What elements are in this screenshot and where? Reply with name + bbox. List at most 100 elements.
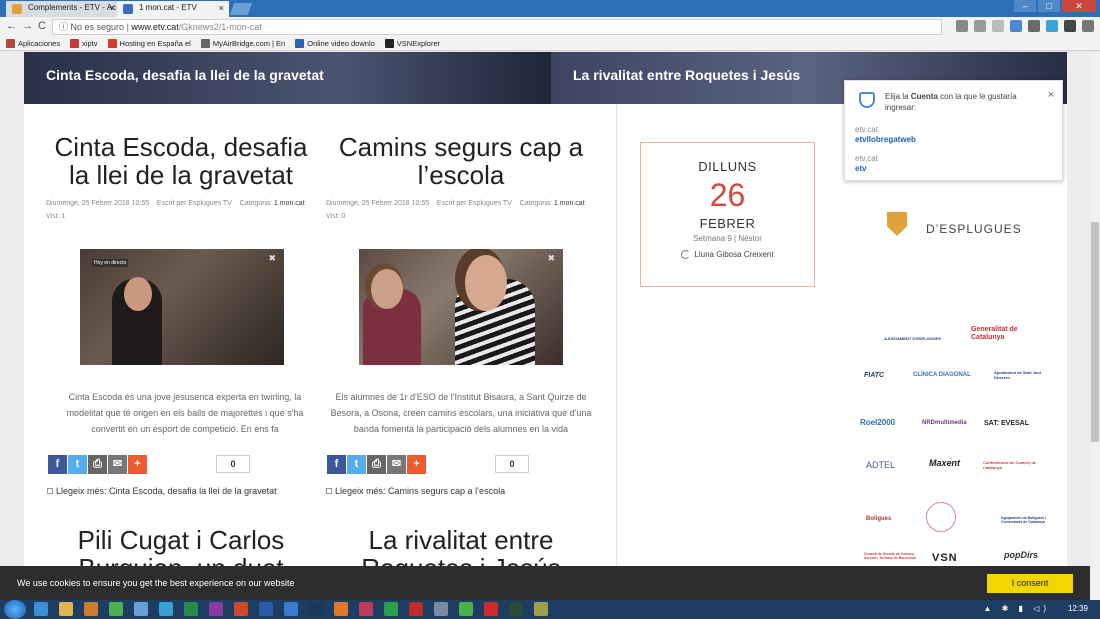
bookmark-item[interactable]: VSNExplorer: [384, 39, 440, 48]
ie-icon[interactable]: [34, 602, 48, 616]
sponsor-logo[interactable]: Maxent: [929, 458, 960, 468]
app-icon[interactable]: [509, 602, 523, 616]
popup-message: Elija la Cuenta con la que le gustaría i…: [885, 92, 1017, 112]
filezilla-icon[interactable]: [409, 602, 423, 616]
word-icon[interactable]: [259, 602, 273, 616]
sponsor-logo[interactable]: ADTEL: [866, 460, 895, 470]
app-icon[interactable]: [384, 602, 398, 616]
sponsor-logo[interactable]: Roel2000: [860, 418, 895, 427]
app-icon[interactable]: [159, 602, 173, 616]
bookmark-item[interactable]: xiptv: [70, 39, 98, 48]
sponsor-logo[interactable]: Ajuntament de Sant Just Desvern: [994, 370, 1056, 380]
category-link[interactable]: 1 mon.cat: [554, 200, 585, 207]
bookmark-item[interactable]: Hosting en España el: [107, 39, 191, 48]
bookmark-item[interactable]: MyAirBridge.com | En: [200, 39, 285, 48]
email-icon[interactable]: ✉: [387, 455, 406, 474]
window-close-icon[interactable]: ✕: [1062, 0, 1096, 12]
sponsor-logo[interactable]: Agrupament de Botiguers i Comerciants de…: [1001, 516, 1057, 524]
clock[interactable]: 12:39: [1068, 604, 1088, 613]
folder-icon[interactable]: [59, 602, 73, 616]
twitter-icon[interactable]: t: [68, 455, 87, 474]
addthis-icon[interactable]: +: [407, 455, 426, 474]
photoshop-icon[interactable]: [309, 602, 323, 616]
sponsor-logo-emblem[interactable]: [926, 502, 956, 532]
sponsor-logo[interactable]: popDirs: [1004, 550, 1038, 560]
bookmark-item[interactable]: Online video downlo: [295, 39, 375, 48]
onenote-icon[interactable]: [209, 602, 223, 616]
system-tray[interactable]: ▲ ✱ ▮ ◁): [983, 604, 1050, 613]
slider-item[interactable]: Cinta Escoda, desafia la llei de la grav…: [24, 52, 551, 104]
translate-icon[interactable]: [974, 20, 986, 32]
media-icon[interactable]: [84, 602, 98, 616]
sponsor-logo[interactable]: FIATC: [864, 372, 884, 379]
firefox-icon[interactable]: [334, 602, 348, 616]
start-button-icon[interactable]: [4, 600, 26, 619]
reload-icon[interactable]: C: [38, 20, 46, 32]
article-title[interactable]: Camins segurs cap a l’escola: [326, 133, 596, 189]
outlook-icon[interactable]: [284, 602, 298, 616]
sponsor-logo[interactable]: NRDmultimedia: [922, 420, 967, 426]
account-option[interactable]: etv.cat etvllobregatweb: [855, 125, 916, 145]
key-icon[interactable]: [956, 20, 968, 32]
slider-caption[interactable]: La rivalitat entre Roquetes i Jesús: [573, 67, 800, 83]
read-more-link[interactable]: Llegeix més: Camins segurs cap a l’escol…: [326, 486, 505, 496]
sponsor-logo[interactable]: Generalitat de Catalunya: [971, 326, 1031, 342]
video-download-icon: [295, 39, 305, 48]
print-icon[interactable]: ⎙: [88, 455, 107, 474]
app-icon[interactable]: [534, 602, 548, 616]
app-icon[interactable]: [459, 602, 473, 616]
app-icon[interactable]: [484, 602, 498, 616]
account-option[interactable]: etv.cat etv: [855, 154, 878, 174]
sponsor-logo[interactable]: AJUNTAMENT D'ESPLUGUES: [884, 336, 941, 341]
facebook-icon[interactable]: f: [48, 455, 67, 474]
download-extension-icon[interactable]: [1046, 20, 1058, 32]
close-icon[interactable]: ×: [1048, 89, 1054, 101]
powerpoint-icon[interactable]: [234, 602, 248, 616]
article-thumbnail[interactable]: Hoy en directo ✖: [80, 249, 284, 365]
bookmark-item[interactable]: Aplicaciones: [6, 39, 60, 48]
addthis-icon[interactable]: +: [128, 455, 147, 474]
cookie-consent-button[interactable]: I consent: [987, 574, 1073, 593]
print-icon[interactable]: ⎙: [367, 455, 386, 474]
slider-caption[interactable]: Cinta Escoda, desafia la llei de la grav…: [46, 67, 324, 83]
new-tab-button[interactable]: [229, 3, 253, 15]
tab-close-icon[interactable]: ×: [219, 3, 224, 13]
excel-icon[interactable]: [184, 602, 198, 616]
close-icon[interactable]: ✖: [268, 253, 276, 264]
sponsor-logo[interactable]: SAT: EVESAL: [984, 420, 1029, 427]
minimize-icon[interactable]: –: [1014, 0, 1036, 12]
sponsor-logo[interactable]: CLÍNICA DIAGONAL: [913, 372, 971, 378]
back-icon[interactable]: ←: [6, 20, 17, 32]
article-thumbnail[interactable]: ✖: [359, 249, 563, 365]
url-input[interactable]: ⓘ No es seguro | www.etv.cat/Gknews2/1-m…: [52, 19, 942, 35]
close-icon[interactable]: ✖: [547, 253, 555, 264]
browser-tab-active[interactable]: 1 mon.cat - ETV ×: [117, 1, 229, 17]
cast-extension-icon[interactable]: [1064, 20, 1076, 32]
puzzle-extension-icon[interactable]: [1028, 20, 1040, 32]
article-title[interactable]: Cinta Escoda, desafia la llei de la grav…: [46, 133, 316, 189]
forward-icon[interactable]: →: [22, 20, 33, 32]
xiptv-icon: [70, 39, 80, 48]
shield-extension-icon[interactable]: [1010, 20, 1022, 32]
facebook-icon[interactable]: f: [327, 455, 346, 474]
app-icon[interactable]: [134, 602, 148, 616]
sponsor-logo[interactable]: VSN: [932, 552, 958, 564]
maximize-icon[interactable]: □: [1038, 0, 1060, 12]
star-icon[interactable]: [992, 20, 1004, 32]
app-icon[interactable]: [359, 602, 373, 616]
info-icon[interactable]: ⓘ: [59, 22, 71, 32]
read-more-link[interactable]: Llegeix més: Cinta Escoda, desafia la ll…: [47, 486, 277, 496]
menu-icon[interactable]: [1082, 20, 1094, 32]
email-icon[interactable]: ✉: [108, 455, 127, 474]
chrome-icon[interactable]: [109, 602, 123, 616]
sponsor-logo[interactable]: Boligues: [866, 516, 891, 522]
app-icon[interactable]: [434, 602, 448, 616]
category-link[interactable]: 1 mon.cat: [274, 200, 305, 207]
page-scrollbar[interactable]: [1090, 52, 1100, 600]
browser-tab[interactable]: Complements - ETV - Ac ×: [6, 1, 120, 17]
twitter-icon[interactable]: t: [347, 455, 366, 474]
sponsor-logo[interactable]: Confederació de Comerç de Catalunya: [983, 460, 1047, 470]
scrollbar-thumb[interactable]: [1091, 222, 1099, 442]
sponsor-logo[interactable]: Consell de Gremis de Comerç, Serveis i T…: [864, 552, 924, 560]
tab-close-icon[interactable]: ×: [110, 3, 115, 13]
